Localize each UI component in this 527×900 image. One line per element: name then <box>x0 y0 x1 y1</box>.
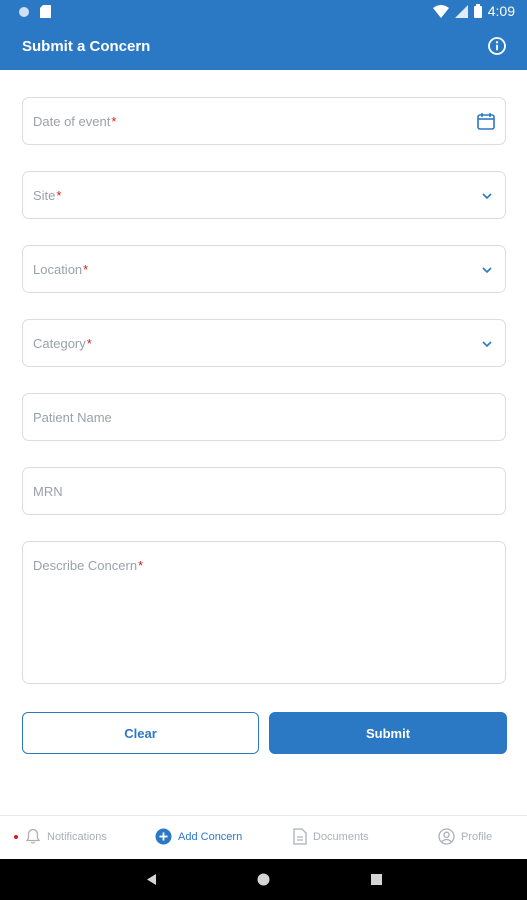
chevron-down-icon <box>482 193 492 200</box>
nav-add-concern[interactable]: Add Concern <box>155 828 242 845</box>
nav-add-concern-label: Add Concern <box>178 830 243 843</box>
back-icon[interactable] <box>145 873 157 886</box>
status-icons-right: 4:09 <box>432 3 515 19</box>
site-label-text: Site <box>33 188 56 203</box>
status-icons-left <box>18 5 51 18</box>
patient-name-label: Patient Name <box>33 410 112 425</box>
sync-icon <box>19 6 29 17</box>
site-label: Site* <box>33 188 61 203</box>
describe-concern-textarea[interactable]: Describe Concern* <box>22 541 506 684</box>
nav-profile-label: Profile <box>461 830 493 843</box>
status-time: 4:09 <box>487 3 515 19</box>
home-icon[interactable] <box>257 873 270 886</box>
mrn-input[interactable]: MRN <box>22 467 506 515</box>
describe-concern-label: Describe Concern* <box>33 558 143 573</box>
notification-dot <box>14 835 18 839</box>
category-label: Category* <box>33 336 92 351</box>
nav-notifications[interactable]: Notifications <box>25 828 107 845</box>
site-select[interactable]: Site* <box>22 171 506 219</box>
category-select[interactable]: Category* <box>22 319 506 367</box>
nav-documents-label: Documents <box>313 830 369 843</box>
signal-icon <box>454 4 468 18</box>
required-mark: * <box>56 188 62 203</box>
app-bar: Submit a Concern <box>0 24 527 70</box>
chevron-down-icon <box>482 267 492 274</box>
clear-button[interactable]: Clear <box>22 712 259 754</box>
page-title: Submit a Concern <box>22 38 151 55</box>
calendar-icon[interactable] <box>476 111 496 131</box>
patient-name-input[interactable]: Patient Name <box>22 393 506 441</box>
system-nav-bar <box>0 859 527 900</box>
nav-profile[interactable]: Profile <box>438 828 492 845</box>
nav-documents[interactable]: Documents <box>293 828 369 845</box>
category-label-text: Category <box>33 336 86 351</box>
required-mark: * <box>138 558 144 573</box>
describe-concern-label-text: Describe Concern <box>33 558 138 573</box>
required-mark: * <box>83 262 89 277</box>
location-label-text: Location <box>33 262 83 277</box>
recents-icon[interactable] <box>371 874 382 885</box>
bottom-nav: Notifications Add Concern Documents Prof… <box>0 815 527 859</box>
profile-icon <box>438 828 455 845</box>
battery-icon <box>473 4 482 18</box>
submit-button[interactable]: Submit <box>269 712 507 754</box>
chevron-down-icon <box>482 341 492 348</box>
location-select[interactable]: Location* <box>22 245 506 293</box>
add-circle-icon <box>155 828 172 845</box>
status-bar: 4:09 <box>0 0 527 24</box>
location-label: Location* <box>33 262 88 277</box>
bell-icon <box>25 828 41 844</box>
required-mark: * <box>111 114 117 129</box>
date-of-event-field[interactable]: Date of event* <box>22 97 506 145</box>
date-of-event-label-text: Date of event <box>33 114 111 129</box>
sd-card-icon <box>40 5 51 18</box>
nav-notifications-label: Notifications <box>47 830 107 843</box>
mrn-label: MRN <box>33 484 63 499</box>
date-of-event-label: Date of event* <box>33 114 116 129</box>
document-icon <box>293 828 307 845</box>
info-icon[interactable] <box>487 36 507 56</box>
required-mark: * <box>86 336 92 351</box>
wifi-icon <box>432 4 449 18</box>
